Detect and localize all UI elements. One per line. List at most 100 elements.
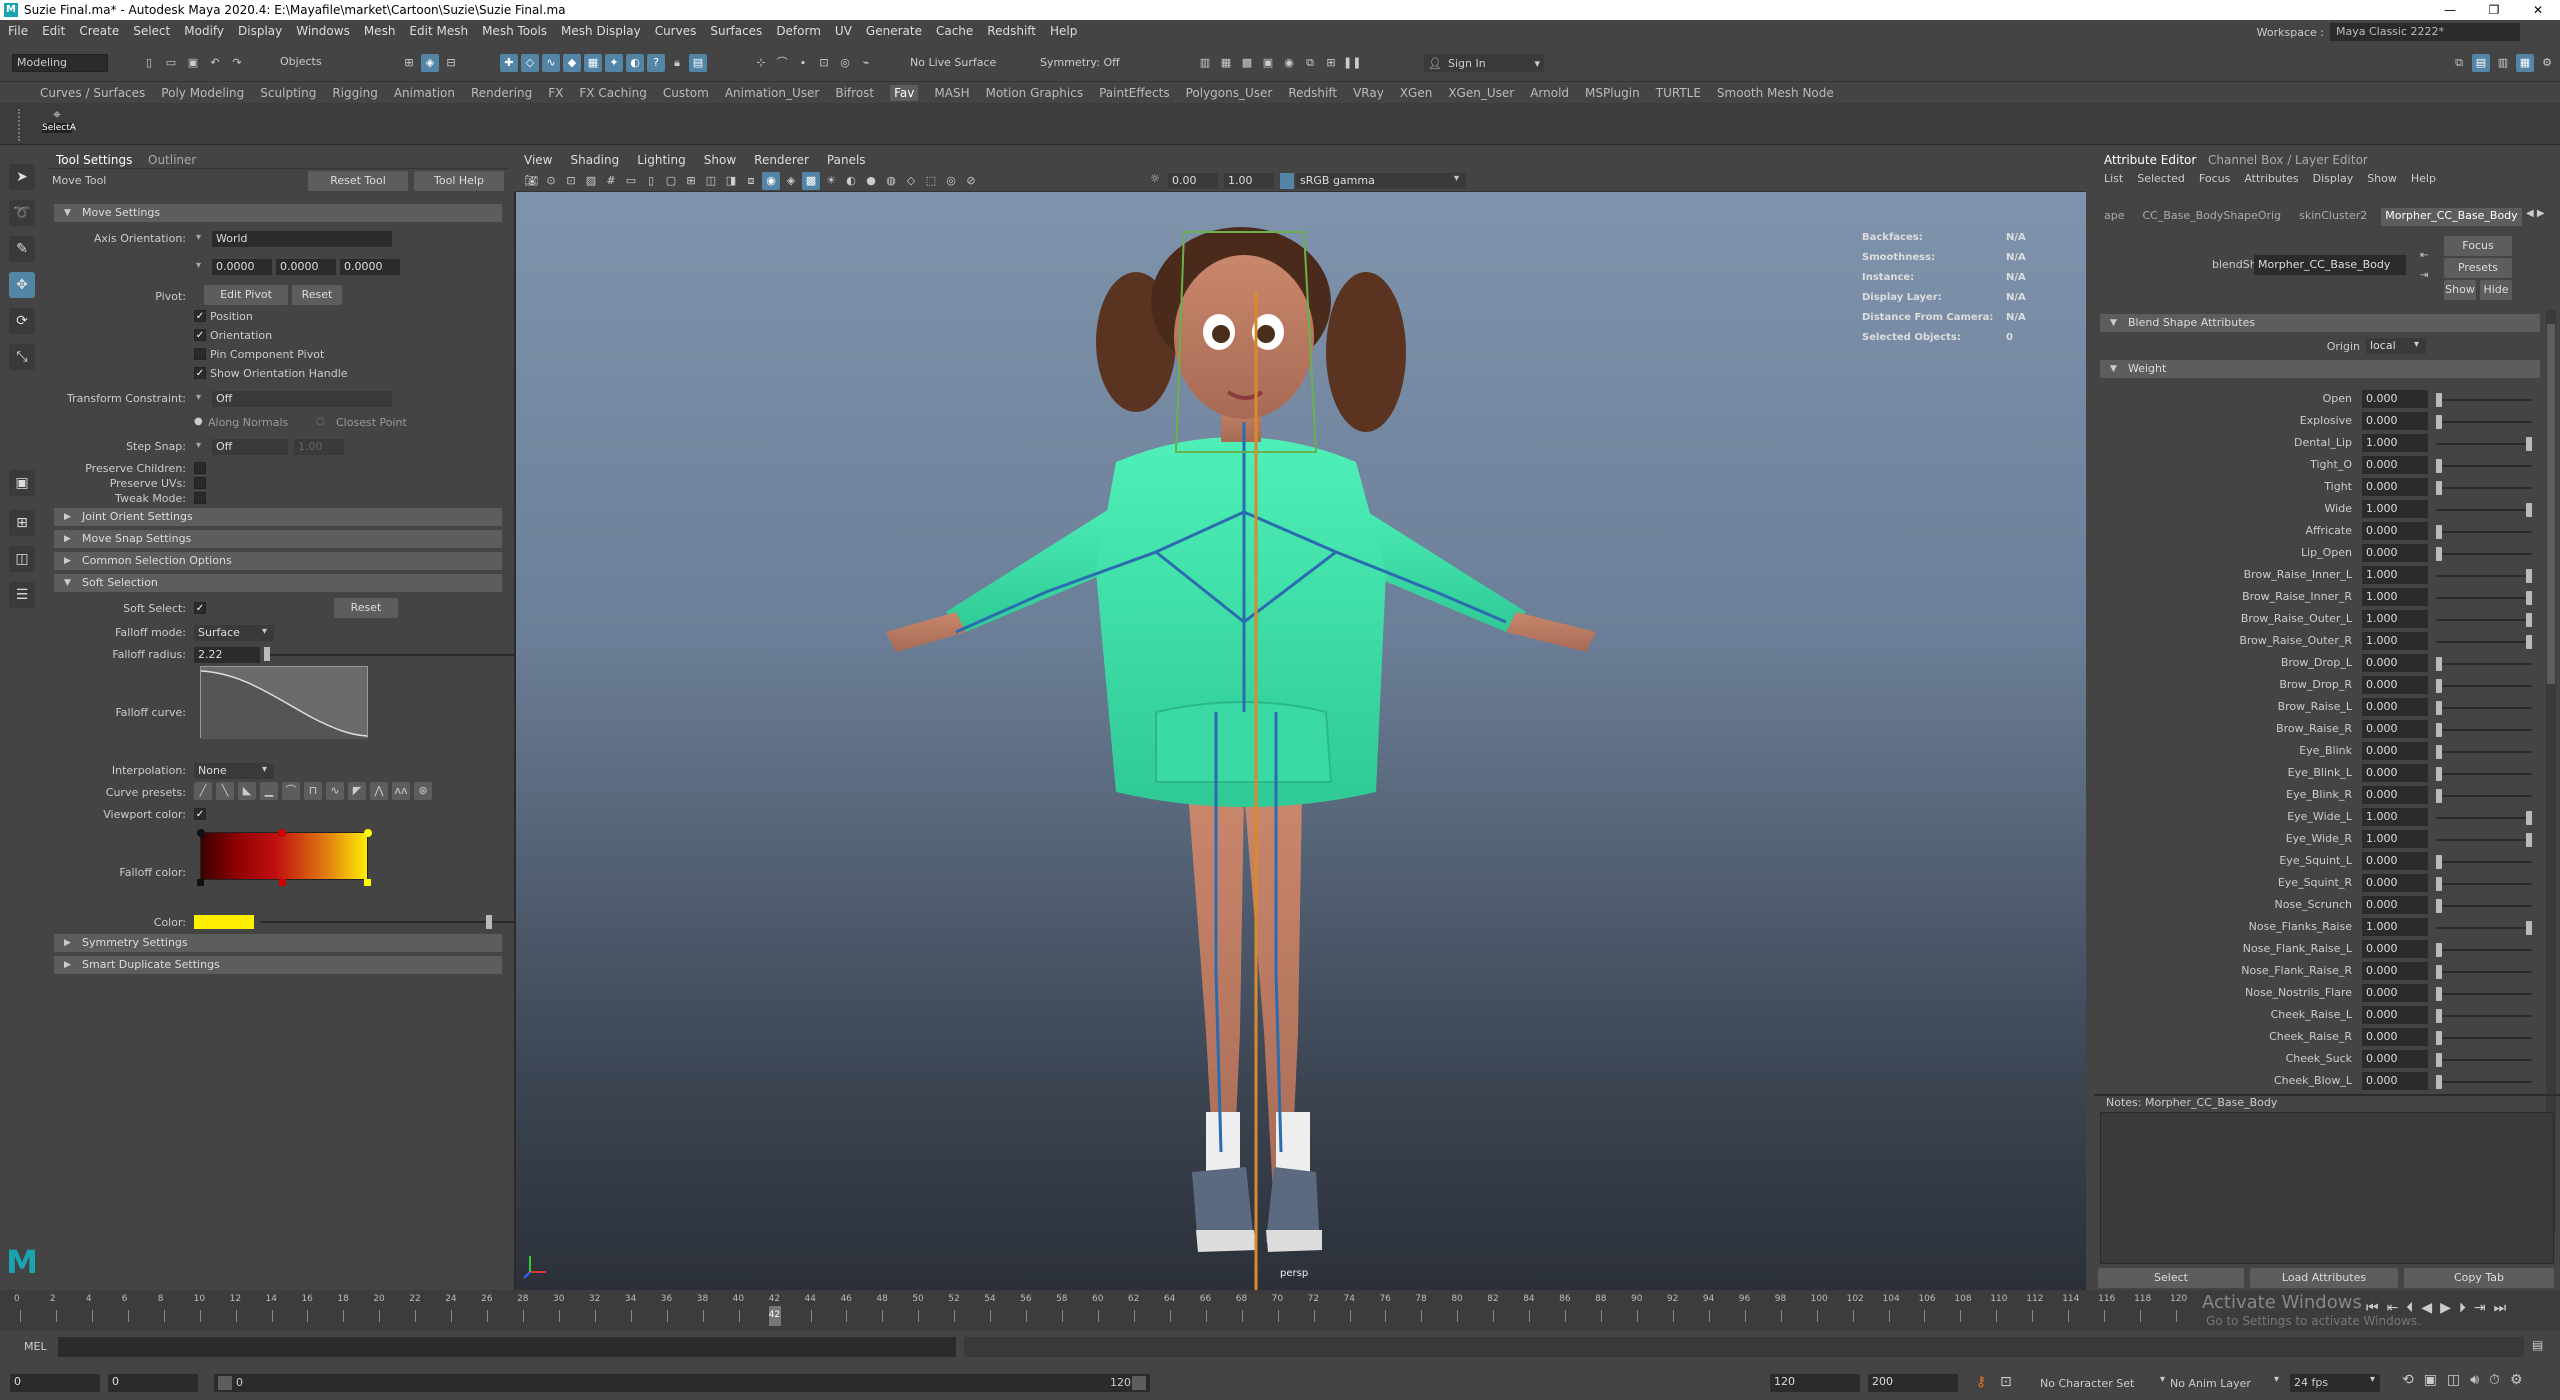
weight-slider-thumb[interactable] <box>2436 767 2442 781</box>
snap-curve-icon[interactable]: ⌒ <box>773 54 791 72</box>
motion-blur-icon[interactable]: ◍ <box>882 172 900 190</box>
weight-slider[interactable] <box>2436 1037 2532 1039</box>
use-lights-icon[interactable]: ☀ <box>822 172 840 190</box>
shelf-tab[interactable]: Sculpting <box>260 86 316 100</box>
time-slider[interactable]: 0 2 4 6 8 10 12 14 16 18 20 22 24 26 28 30 32 34 36 38 40 42 4… <box>0 1290 2560 1330</box>
attr-menu-help[interactable]: Help <box>2411 172 2436 185</box>
shelf-tab[interactable]: Poly Modeling <box>161 86 244 100</box>
weight-slider[interactable] <box>2436 971 2532 973</box>
weight-slider-thumb[interactable] <box>2436 701 2442 715</box>
show-orientation-handle-checkbox[interactable]: ✓ <box>194 367 206 379</box>
object-mode-icon[interactable]: ◈ <box>421 54 439 72</box>
weight-slider-thumb[interactable] <box>2436 877 2442 891</box>
weight-value-field[interactable]: 0.000 <box>2362 1028 2428 1046</box>
menu-select[interactable]: Select <box>133 24 170 38</box>
weight-slider[interactable] <box>2436 663 2532 665</box>
anti-aliasing-icon[interactable]: ◇ <box>902 172 920 190</box>
render-frame-icon[interactable]: ▦ <box>1217 54 1235 72</box>
attr-menu-selected[interactable]: Selected <box>2137 172 2185 185</box>
menu-curves[interactable]: Curves <box>655 24 697 38</box>
transform-constraint-dropdown[interactable]: Off <box>212 391 392 407</box>
preset-smooth-icon[interactable]: ╲ <box>216 782 234 800</box>
smooth-shade-icon[interactable]: ◉ <box>762 172 780 190</box>
node-tab[interactable]: CC_Base_BodyShapeOrig <box>2139 208 2286 226</box>
shelf-tab[interactable]: PaintEffects <box>1099 86 1169 100</box>
pick-joints-icon[interactable]: ◇ <box>521 54 539 72</box>
weight-slider-thumb[interactable] <box>2436 657 2442 671</box>
new-scene-icon[interactable]: ▯ <box>140 54 158 72</box>
paint-select-tool-icon[interactable]: ✎ <box>9 236 35 262</box>
weight-slider-thumb[interactable] <box>2436 481 2442 495</box>
weight-slider[interactable] <box>2436 795 2532 797</box>
viewport-scene[interactable]: Backfaces: N/A Smoothness: N/A Instance: N/A D… <box>516 192 2086 1290</box>
load-attributes-button[interactable]: Load Attributes <box>2250 1268 2398 1288</box>
mel-input[interactable] <box>58 1337 956 1357</box>
weight-value-field[interactable]: 0.000 <box>2362 478 2428 496</box>
preserve-uvs-checkbox[interactable] <box>194 477 206 489</box>
viewport-menu-view[interactable]: View <box>524 153 552 167</box>
menu-mesh[interactable]: Mesh <box>364 24 396 38</box>
render-setup-icon[interactable]: ⊞ <box>1322 54 1340 72</box>
hide-button[interactable]: Hide <box>2480 280 2512 300</box>
tab-attribute-editor[interactable]: Attribute Editor <box>2104 153 2196 167</box>
weight-value-field[interactable]: 0.000 <box>2362 676 2428 694</box>
weight-slider-thumb[interactable] <box>2436 855 2442 869</box>
pick-rendering-icon[interactable]: ◐ <box>626 54 644 72</box>
viewport-menu-panels[interactable]: Panels <box>827 153 866 167</box>
playback-start-field[interactable]: 0 <box>108 1374 198 1392</box>
shelf-tab[interactable]: MSPlugin <box>1585 86 1640 100</box>
weight-value-field[interactable]: 0.000 <box>2362 940 2428 958</box>
weight-value-field[interactable]: 0.000 <box>2362 390 2428 408</box>
step-snap-dropdown[interactable]: Off <box>212 439 288 455</box>
weight-value-field[interactable]: 0.000 <box>2362 874 2428 892</box>
shelf-tab[interactable]: Polygons_User <box>1186 86 1273 100</box>
resolution-gate-icon[interactable]: ▯ <box>642 172 660 190</box>
safe-action-icon[interactable]: ◫ <box>702 172 720 190</box>
ramp-handle-bottom[interactable] <box>279 879 286 886</box>
snap-grid-icon[interactable]: ⊹ <box>752 54 770 72</box>
step-back-key-icon[interactable]: ⇤ <box>2387 1300 2399 1316</box>
lock-selection-icon[interactable]: 🔒︎ <box>668 54 686 72</box>
image-plane-icon[interactable]: ▨ <box>582 172 600 190</box>
attr-menu-display[interactable]: Display <box>2313 172 2354 185</box>
maximize-button[interactable]: ❐ <box>2472 0 2516 20</box>
weight-slider-thumb[interactable] <box>2436 745 2442 759</box>
minimize-button[interactable]: — <box>2428 0 2472 20</box>
field-chart-icon[interactable]: ⊞ <box>682 172 700 190</box>
lasso-tool-icon[interactable]: ➰ <box>9 200 35 226</box>
weight-value-field[interactable]: 0.000 <box>2362 1050 2428 1068</box>
preset-flat-icon[interactable]: ▁ <box>260 782 278 800</box>
shelf-tab[interactable]: Animation <box>394 86 455 100</box>
attr-menu-attributes[interactable]: Attributes <box>2244 172 2298 185</box>
tool-help-button[interactable]: Tool Help <box>414 171 504 191</box>
weight-value-field[interactable]: 0.000 <box>2362 720 2428 738</box>
menu-uv[interactable]: UV <box>835 24 852 38</box>
sign-in-dropdown[interactable]: 👤︎ Sign In ▾ <box>1424 54 1544 72</box>
pause-render-icon[interactable]: ❚❚ <box>1343 54 1361 72</box>
pick-dynamics-icon[interactable]: ✦ <box>605 54 623 72</box>
pick-misc-icon[interactable]: ? <box>647 54 665 72</box>
viewport-color-checkbox[interactable]: ✓ <box>194 808 206 820</box>
axis-x-field[interactable]: 0.0000 <box>212 259 272 275</box>
weight-slider-thumb[interactable] <box>2436 393 2442 407</box>
weight-value-field[interactable]: 1.000 <box>2362 632 2428 650</box>
axis-orientation-dropdown[interactable]: World <box>212 231 392 247</box>
weight-slider-thumb[interactable] <box>2436 789 2442 803</box>
menu-file[interactable]: File <box>8 24 28 38</box>
weight-slider-thumb[interactable] <box>2436 1009 2442 1023</box>
shelf-tab[interactable]: Animation_User <box>725 86 820 100</box>
weight-slider[interactable] <box>2436 619 2532 621</box>
mel-label[interactable]: MEL <box>24 1340 47 1353</box>
weight-value-field[interactable]: 0.000 <box>2362 1072 2428 1090</box>
pick-surfaces-icon[interactable]: ◆ <box>563 54 581 72</box>
along-normals-radio[interactable]: ● <box>194 416 203 427</box>
menu-mesh-tools[interactable]: Mesh Tools <box>482 24 547 38</box>
preset-ease-icon[interactable]: ◣ <box>238 782 256 800</box>
playback-settings-icon[interactable]: ⚙ <box>2510 1372 2523 1388</box>
weight-slider[interactable] <box>2436 839 2532 841</box>
weight-slider-thumb[interactable] <box>2436 965 2442 979</box>
presets-button[interactable]: Presets <box>2444 258 2512 278</box>
animation-start-field[interactable]: 0 <box>10 1374 100 1392</box>
falloff-color-ramp[interactable] <box>200 832 368 880</box>
component-mode-icon[interactable]: ⊟ <box>442 54 460 72</box>
